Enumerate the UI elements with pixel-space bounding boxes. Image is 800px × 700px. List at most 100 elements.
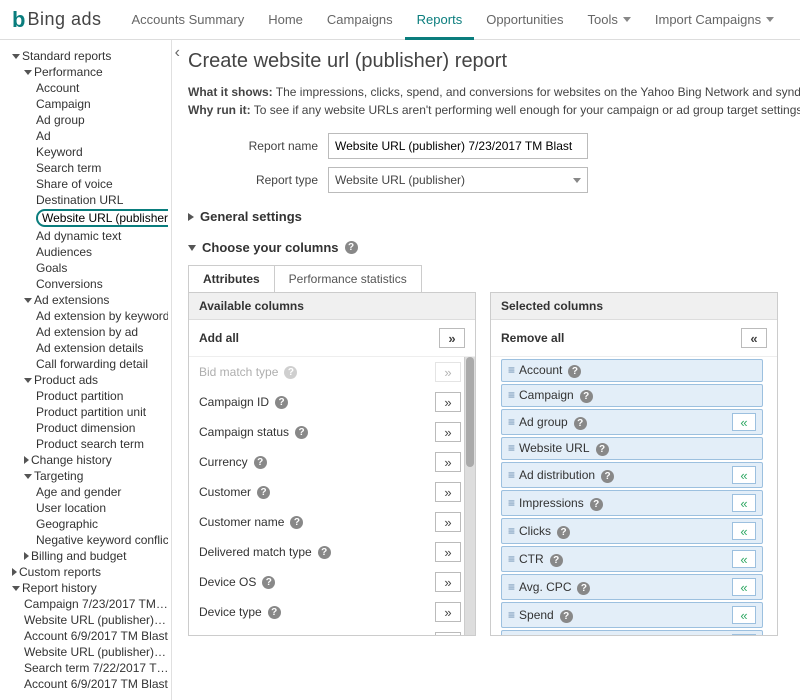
help-icon[interactable]: ? xyxy=(557,526,570,539)
sidebar-account[interactable]: Account xyxy=(8,80,168,96)
selected-column-clicks[interactable]: ≡Clicks?« xyxy=(501,518,763,544)
tab-performance-statistics[interactable]: Performance statistics xyxy=(275,266,421,292)
sidebar-prod-partition[interactable]: Product partition xyxy=(8,388,168,404)
sidebar-history-item[interactable]: Account 6/9/2017 TM Blast xyxy=(8,676,168,692)
add-column-button[interactable]: » xyxy=(435,632,461,635)
sidebar-targeting[interactable]: Targeting xyxy=(8,468,168,484)
remove-column-button[interactable]: « xyxy=(732,578,756,596)
selected-column-account[interactable]: ≡Account? xyxy=(501,359,763,382)
sidebar-search-term[interactable]: Search term xyxy=(8,160,168,176)
sidebar-history-item[interactable]: Website URL (publisher)… xyxy=(8,644,168,660)
help-icon[interactable]: ? xyxy=(568,365,581,378)
nav-home[interactable]: Home xyxy=(256,0,315,40)
sidebar-age-gender[interactable]: Age and gender xyxy=(8,484,168,500)
sidebar-campaign[interactable]: Campaign xyxy=(8,96,168,112)
help-icon[interactable]: ? xyxy=(275,396,288,409)
help-icon[interactable]: ? xyxy=(601,470,614,483)
selected-column-spend[interactable]: ≡Spend?« xyxy=(501,602,763,628)
selected-column-ad-distribution[interactable]: ≡Ad distribution?« xyxy=(501,462,763,488)
help-icon[interactable]: ? xyxy=(574,417,587,430)
sidebar-goals[interactable]: Goals xyxy=(8,260,168,276)
nav-campaigns[interactable]: Campaigns xyxy=(315,0,405,40)
add-column-button[interactable]: » xyxy=(435,452,461,472)
help-icon[interactable]: ? xyxy=(560,610,573,623)
add-column-button[interactable]: » xyxy=(435,362,461,382)
drag-handle-icon[interactable]: ≡ xyxy=(508,441,513,455)
selected-column-ctr[interactable]: ≡CTR?« xyxy=(501,546,763,572)
sidebar-ad-dynamic-text[interactable]: Ad dynamic text xyxy=(8,228,168,244)
remove-column-button[interactable]: « xyxy=(732,634,756,635)
help-icon[interactable]: ? xyxy=(284,366,297,379)
help-icon[interactable]: ? xyxy=(580,390,593,403)
sidebar-history-item[interactable]: Search term 7/22/2017 T… xyxy=(8,660,168,676)
sidebar-history-item[interactable]: Account 6/9/2017 TM Blast xyxy=(8,628,168,644)
sidebar-neg-kw[interactable]: Negative keyword conflicts xyxy=(8,532,168,548)
sidebar-performance[interactable]: Performance xyxy=(8,64,168,80)
remove-column-button[interactable]: « xyxy=(732,413,756,431)
add-all-label[interactable]: Add all xyxy=(199,331,239,345)
add-column-button[interactable]: » xyxy=(435,482,461,502)
sidebar-ext-call-fwd[interactable]: Call forwarding detail xyxy=(8,356,168,372)
selected-column-campaign[interactable]: ≡Campaign? xyxy=(501,384,763,407)
selected-column-avg-position[interactable]: ≡Avg. position?« xyxy=(501,630,763,635)
sidebar-product-ads[interactable]: Product ads xyxy=(8,372,168,388)
sidebar-destination-url[interactable]: Destination URL xyxy=(8,192,168,208)
selected-column-ad-group[interactable]: ≡Ad group?« xyxy=(501,409,763,435)
selected-column-impressions[interactable]: ≡Impressions?« xyxy=(501,490,763,516)
sidebar-standard-reports[interactable]: Standard reports xyxy=(8,48,168,64)
drag-handle-icon[interactable]: ≡ xyxy=(508,580,513,594)
add-column-button[interactable]: » xyxy=(435,422,461,442)
drag-handle-icon[interactable]: ≡ xyxy=(508,552,513,566)
general-settings-section[interactable]: General settings xyxy=(188,209,800,224)
remove-all-button[interactable]: « xyxy=(741,328,767,348)
add-column-button[interactable]: » xyxy=(435,572,461,592)
help-icon[interactable]: ? xyxy=(577,582,590,595)
sidebar-prod-partition-unit[interactable]: Product partition unit xyxy=(8,404,168,420)
help-icon[interactable]: ? xyxy=(318,546,331,559)
sidebar-website-url-publisher[interactable]: Website URL (publisher) xyxy=(8,208,168,228)
drag-handle-icon[interactable]: ≡ xyxy=(508,363,513,377)
add-column-button[interactable]: » xyxy=(435,512,461,532)
sidebar-conversions[interactable]: Conversions xyxy=(8,276,168,292)
sidebar-prod-dimension[interactable]: Product dimension xyxy=(8,420,168,436)
sidebar-ad[interactable]: Ad xyxy=(8,128,168,144)
sidebar-custom-reports[interactable]: Custom reports xyxy=(8,564,168,580)
drag-handle-icon[interactable]: ≡ xyxy=(508,608,513,622)
remove-column-button[interactable]: « xyxy=(732,494,756,512)
add-column-button[interactable]: » xyxy=(435,602,461,622)
selected-column-website-url[interactable]: ≡Website URL? xyxy=(501,437,763,460)
help-icon[interactable]: ? xyxy=(268,606,281,619)
sidebar-user-location[interactable]: User location xyxy=(8,500,168,516)
sidebar-billing-budget[interactable]: Billing and budget xyxy=(8,548,168,564)
selected-column-avg-cpc[interactable]: ≡Avg. CPC?« xyxy=(501,574,763,600)
nav-accounts-summary[interactable]: Accounts Summary xyxy=(120,0,257,40)
add-column-button[interactable]: » xyxy=(435,392,461,412)
sidebar-history-item[interactable]: Campaign 7/23/2017 TM… xyxy=(8,596,168,612)
sidebar-report-history[interactable]: Report history xyxy=(8,580,168,596)
sidebar-collapse-button[interactable]: ‹ xyxy=(175,44,180,62)
drag-handle-icon[interactable]: ≡ xyxy=(508,388,513,402)
add-all-button[interactable]: » xyxy=(439,328,465,348)
help-icon[interactable]: ? xyxy=(596,443,609,456)
help-icon[interactable]: ? xyxy=(295,426,308,439)
help-icon[interactable]: ? xyxy=(254,456,267,469)
sidebar-ad-extensions[interactable]: Ad extensions xyxy=(8,292,168,308)
add-column-button[interactable]: » xyxy=(435,542,461,562)
remove-all-label[interactable]: Remove all xyxy=(501,331,564,345)
sidebar-geographic[interactable]: Geographic xyxy=(8,516,168,532)
sidebar-ext-by-keyword[interactable]: Ad extension by keyword xyxy=(8,308,168,324)
help-icon[interactable]: ? xyxy=(257,486,270,499)
drag-handle-icon[interactable]: ≡ xyxy=(508,524,513,538)
report-name-input[interactable] xyxy=(328,133,588,159)
drag-handle-icon[interactable]: ≡ xyxy=(508,496,513,510)
sidebar-audiences[interactable]: Audiences xyxy=(8,244,168,260)
sidebar-ext-by-ad[interactable]: Ad extension by ad xyxy=(8,324,168,340)
remove-column-button[interactable]: « xyxy=(732,550,756,568)
nav-opportunities[interactable]: Opportunities xyxy=(474,0,575,40)
help-icon[interactable]: ? xyxy=(290,516,303,529)
sidebar-ext-details[interactable]: Ad extension details xyxy=(8,340,168,356)
scrollbar-thumb[interactable] xyxy=(466,357,474,467)
remove-column-button[interactable]: « xyxy=(732,606,756,624)
remove-column-button[interactable]: « xyxy=(732,466,756,484)
drag-handle-icon[interactable]: ≡ xyxy=(508,468,513,482)
